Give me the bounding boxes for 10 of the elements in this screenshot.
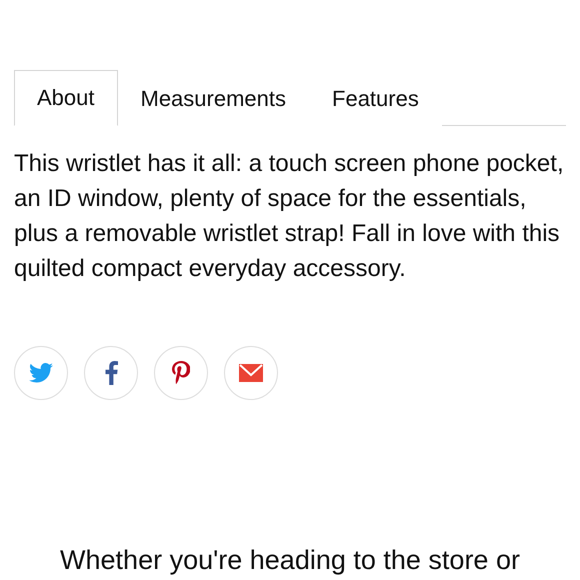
envelope-icon [239, 364, 263, 382]
share-twitter-button[interactable] [14, 346, 68, 400]
facebook-icon [104, 361, 118, 385]
tab[interactable]: About [14, 70, 118, 126]
product-description: This wristlet has it all: a touch screen phone pocket, an ID window, plenty of space for the essentials, plus a removable wristlet strap! Fall in love with this quilted compact everyday accessory. [14, 149, 565, 284]
bird-icon [29, 363, 53, 383]
share-facebook-button[interactable] [84, 346, 138, 400]
share-pinterest-button[interactable] [154, 346, 208, 400]
pinterest-icon [172, 360, 190, 386]
section-heading: Whether you're heading to the store or [60, 545, 520, 576]
